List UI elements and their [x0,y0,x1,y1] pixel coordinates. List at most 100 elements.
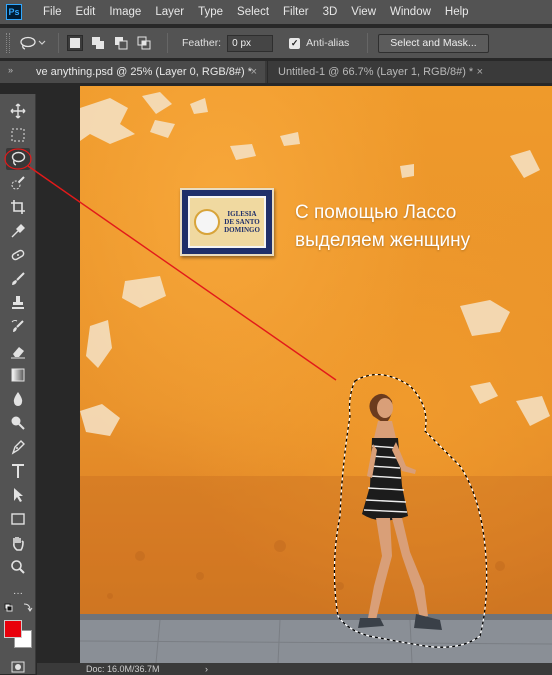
eraser-icon [11,347,25,359]
lasso-tool[interactable] [6,148,30,170]
foreground-color-swatch[interactable] [4,620,22,638]
new-selection-button[interactable] [67,35,83,51]
menu-edit[interactable]: Edit [69,0,103,24]
pen-tool[interactable] [6,436,30,458]
subtract-selection-icon [115,37,128,50]
document-canvas[interactable]: IGLESIA DE SANTO DOMINGO С помощью Лассо… [80,86,552,663]
menu-type[interactable]: Type [191,0,230,24]
color-swatches [4,620,34,650]
doc-size: Doc: 16.0M/36.7M [86,664,160,674]
marquee-tool[interactable] [6,124,30,146]
hand-tool[interactable] [6,532,30,554]
document-tab-bar: ve anything.psd @ 25% (Layer 0, RGB/8#) … [0,61,552,83]
caption-line-2: выделяем женщину [295,230,471,251]
rectangle-tool[interactable] [6,508,30,530]
pen-icon [11,440,25,455]
sign-text: IGLESIA DE SANTO DOMINGO [220,210,264,234]
new-selection-icon [70,38,80,48]
healing-tool[interactable] [6,244,30,266]
marquee-icon [11,128,25,142]
clone-stamp-icon [12,296,24,309]
lasso-icon [20,36,46,50]
sign-line-1: IGLESIA [227,210,257,218]
menu-bar: Ps File Edit Image Layer Type Select Fil… [0,0,552,24]
collapse-panels-icon[interactable]: » [8,65,13,75]
dodge-tool[interactable] [6,412,30,434]
type-tool[interactable] [6,460,30,482]
more-tools-icon[interactable]: ··· [6,582,30,604]
swap-colors-icon[interactable] [4,602,34,614]
antialias-checkbox[interactable]: ✓ [289,37,301,49]
antialias-label: Anti-alias [306,37,350,49]
sign-line-3: DOMINGO [224,226,260,234]
eyedropper-tool[interactable] [6,220,30,242]
add-selection-button[interactable] [90,35,106,51]
gradient-tool[interactable] [6,364,30,386]
separator [58,33,59,53]
lasso-icon [11,151,26,166]
menu-help[interactable]: Help [438,0,476,24]
eyedropper-icon [11,224,25,238]
healing-icon [11,249,25,261]
clone-stamp-tool[interactable] [6,292,30,314]
intersect-selection-button[interactable] [136,35,152,51]
church-sign: IGLESIA DE SANTO DOMINGO [180,188,274,256]
feather-label: Feather: [182,37,222,49]
separator [167,33,168,53]
subtract-selection-button[interactable] [113,35,129,51]
status-bar: Doc: 16.0M/36.7M › [37,663,552,675]
path-select-icon [14,488,23,502]
gradient-icon [11,368,25,382]
quick-mask-icon [11,661,25,673]
menu-select[interactable]: Select [230,0,276,24]
menu-view[interactable]: View [344,0,383,24]
crop-tool[interactable] [6,196,30,218]
menu-image[interactable]: Image [102,0,148,24]
tools-panel: ··· [0,94,36,674]
options-bar: Feather: 0 px ✓ Anti-alias Select and Ma… [0,28,552,58]
quick-select-tool[interactable] [6,172,30,194]
annotation-caption: С помощью Лассо выделяем женщину [295,199,470,255]
caption-line-1: С помощью Лассо [295,202,457,223]
add-selection-icon [92,37,104,49]
quick-mask-button[interactable] [6,656,30,675]
menu-3d[interactable]: 3D [316,0,345,24]
quick-select-icon [11,176,25,190]
move-tool[interactable] [6,100,30,122]
status-menu-arrow-icon[interactable]: › [205,663,208,675]
move-icon [10,103,26,119]
brush-tool[interactable] [6,268,30,290]
history-brush-tool[interactable] [6,316,30,338]
eraser-tool[interactable] [6,340,30,362]
tab-inactive-label: Untitled-1 @ 66.7% (Layer 1, RGB/8#) * [278,66,474,78]
menu-file[interactable]: File [36,0,69,24]
close-icon[interactable]: × [477,61,483,83]
checkmark-icon: ✓ [290,37,299,48]
intersect-selection-icon [137,36,151,50]
blur-icon [13,392,23,406]
type-icon [12,464,24,478]
menu-layer[interactable]: Layer [148,0,191,24]
tab-active-document[interactable]: ve anything.psd @ 25% (Layer 0, RGB/8#) … [0,61,265,83]
feather-input[interactable]: 0 px [227,34,274,52]
path-select-tool[interactable] [6,484,30,506]
canvas-area[interactable]: IGLESIA DE SANTO DOMINGO С помощью Лассо… [37,83,552,663]
sign-plaque: IGLESIA DE SANTO DOMINGO [188,196,266,248]
menu-window[interactable]: Window [383,0,438,24]
crop-icon [11,200,25,214]
zoom-icon [11,560,25,574]
tool-preset-picker[interactable] [16,33,50,53]
history-brush-icon [11,320,24,332]
photo-scene [80,92,552,663]
brush-icon [12,272,25,285]
blur-tool[interactable] [6,388,30,410]
options-grip[interactable] [6,33,10,53]
tab-active-label: ve anything.psd @ 25% (Layer 0, RGB/8#) … [36,66,252,78]
default-colors-area [4,602,34,614]
zoom-tool[interactable] [6,556,30,578]
select-and-mask-button[interactable]: Select and Mask... [378,33,489,53]
menu-filter[interactable]: Filter [276,0,316,24]
dodge-icon [11,416,25,430]
tab-untitled-1[interactable]: Untitled-1 @ 66.7% (Layer 1, RGB/8#) * × [267,61,491,83]
close-icon[interactable]: × [251,61,257,83]
